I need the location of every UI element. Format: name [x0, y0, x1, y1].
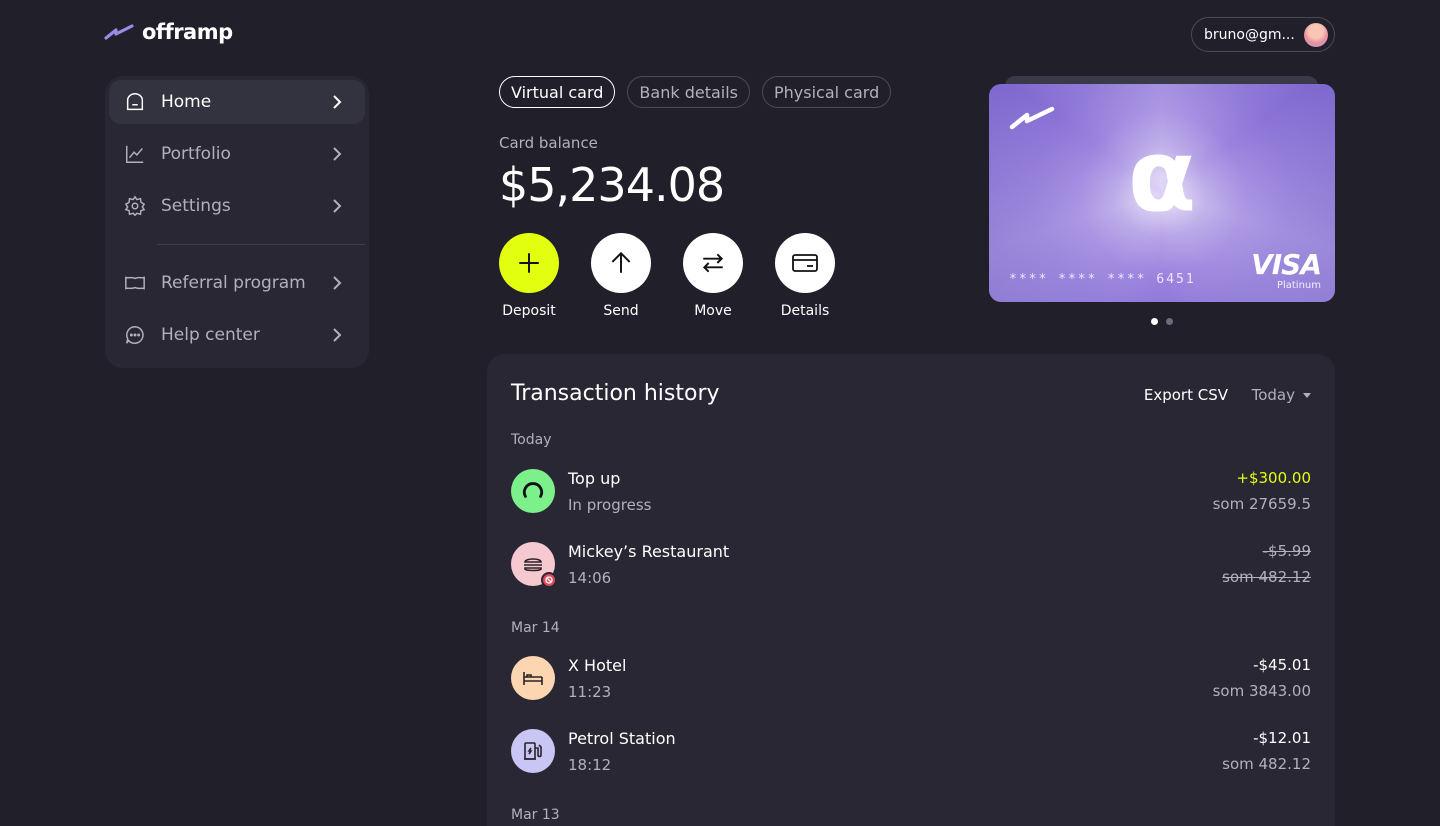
sidebar: Home Portfolio Settings Referral program…: [105, 76, 369, 368]
chevron-right-icon: [333, 199, 342, 213]
sidebar-item-label: Referral program: [161, 273, 306, 293]
deposit-label: Deposit: [502, 303, 556, 319]
send-action[interactable]: Send: [591, 233, 651, 319]
quick-actions: Deposit Send Move Details: [499, 233, 835, 319]
transaction-row[interactable]: X Hotel 11:23 -$45.01 som 3843.00: [511, 656, 1311, 704]
sidebar-item-settings[interactable]: Settings: [109, 184, 365, 228]
virtual-card[interactable]: α **** **** **** 6451 VISA Platinum: [989, 84, 1335, 302]
transaction-status: In progress: [568, 496, 652, 514]
spinner-icon: [511, 469, 555, 513]
transaction-amount: -$5.99: [1262, 542, 1311, 560]
declined-badge-icon: [541, 572, 557, 588]
transaction-group-label: Mar 14: [511, 620, 560, 636]
account-email: bruno@gm...: [1204, 26, 1295, 43]
transaction-amount: -$12.01: [1253, 729, 1311, 747]
transaction-amount: -$45.01: [1253, 656, 1311, 674]
sidebar-item-home[interactable]: Home: [109, 80, 365, 124]
transaction-name: Mickey’s Restaurant: [568, 542, 730, 561]
ticket-icon: [123, 271, 147, 295]
transaction-history-panel: Transaction history Export CSV Today Tod…: [487, 354, 1335, 826]
pagination-dot[interactable]: [1166, 318, 1173, 325]
transaction-local-amount: som 482.12: [1222, 755, 1311, 773]
move-label: Move: [694, 303, 732, 319]
chevron-right-icon: [333, 328, 342, 342]
sidebar-item-help[interactable]: Help center: [109, 313, 365, 357]
card-icon: [792, 254, 818, 272]
transaction-local-amount: som 482.12: [1222, 568, 1311, 586]
brand-name: offramp: [142, 20, 233, 44]
balance-value: $5,234.08: [499, 158, 725, 212]
transaction-name: Petrol Station: [568, 729, 676, 748]
chart-line-icon: [123, 142, 147, 166]
transaction-time: 14:06: [568, 569, 612, 587]
transaction-row[interactable]: Petrol Station 18:12 -$12.01 som 482.12: [511, 729, 1311, 777]
gear-icon: [123, 194, 147, 218]
home-icon: [123, 90, 147, 114]
swap-arrows-icon: [702, 253, 724, 273]
send-button[interactable]: [591, 233, 651, 293]
deposit-button[interactable]: [499, 233, 559, 293]
move-action[interactable]: Move: [683, 233, 743, 319]
transaction-group-label: Mar 13: [511, 807, 560, 823]
transaction-row[interactable]: Mickey’s Restaurant 14:06 -$5.99 som 482…: [511, 542, 1311, 590]
chevron-right-icon: [333, 276, 342, 290]
card-network: VISA: [1251, 248, 1322, 281]
sidebar-item-label: Settings: [161, 196, 231, 216]
date-filter-label: Today: [1251, 386, 1295, 404]
card-tier: Platinum: [1276, 280, 1321, 291]
tab-physical-card[interactable]: Physical card: [762, 76, 892, 108]
details-label: Details: [780, 303, 830, 319]
transaction-local-amount: som 27659.5: [1212, 495, 1311, 513]
date-filter-dropdown[interactable]: Today: [1252, 386, 1311, 404]
account-menu-button[interactable]: bruno@gm...: [1191, 17, 1335, 52]
avatar: [1304, 22, 1328, 47]
pagination-dot[interactable]: [1151, 318, 1158, 325]
details-button[interactable]: [775, 233, 835, 293]
fuel-pump-icon: [511, 729, 555, 773]
deposit-action[interactable]: Deposit: [499, 233, 559, 319]
brand-logo[interactable]: offramp: [104, 20, 233, 44]
sidebar-item-label: Portfolio: [161, 144, 231, 164]
transaction-name: Top up: [568, 469, 621, 488]
transaction-local-amount: som 3843.00: [1212, 682, 1311, 700]
export-csv-button[interactable]: Export CSV: [1144, 386, 1228, 404]
transaction-name: X Hotel: [568, 656, 627, 675]
card-number: **** **** **** 6451: [1009, 272, 1196, 287]
transaction-row[interactable]: Top up In progress +$300.00 som 27659.5: [511, 469, 1311, 517]
transaction-group-label: Today: [511, 432, 552, 448]
bolt-logo-icon: [104, 24, 134, 40]
move-button[interactable]: [683, 233, 743, 293]
tab-bank-details[interactable]: Bank details: [627, 76, 750, 108]
tab-virtual-card[interactable]: Virtual card: [499, 76, 616, 108]
transaction-history-title: Transaction history: [511, 381, 720, 406]
transaction-amount: +$300.00: [1236, 469, 1311, 487]
sidebar-item-portfolio[interactable]: Portfolio: [109, 132, 365, 176]
plus-icon: [519, 253, 539, 273]
chevron-right-icon: [333, 95, 342, 109]
chevron-right-icon: [333, 147, 342, 161]
chat-bubble-icon: [123, 323, 147, 347]
card-type-tabs: Virtual card Bank details Physical card: [499, 76, 892, 108]
caret-down-icon: [1303, 392, 1311, 398]
card-symbol: α: [1127, 117, 1197, 234]
balance-label: Card balance: [499, 134, 598, 152]
transaction-time: 11:23: [568, 683, 612, 701]
sidebar-item-label: Home: [161, 92, 212, 112]
transaction-time: 18:12: [568, 756, 612, 774]
sidebar-divider: [157, 244, 365, 245]
card-pagination: [1151, 318, 1173, 325]
sidebar-item-label: Help center: [161, 325, 260, 345]
sidebar-item-referral[interactable]: Referral program: [109, 261, 365, 305]
details-action[interactable]: Details: [775, 233, 835, 319]
bed-icon: [511, 656, 555, 700]
arrow-up-icon: [611, 251, 631, 273]
send-label: Send: [603, 303, 639, 319]
